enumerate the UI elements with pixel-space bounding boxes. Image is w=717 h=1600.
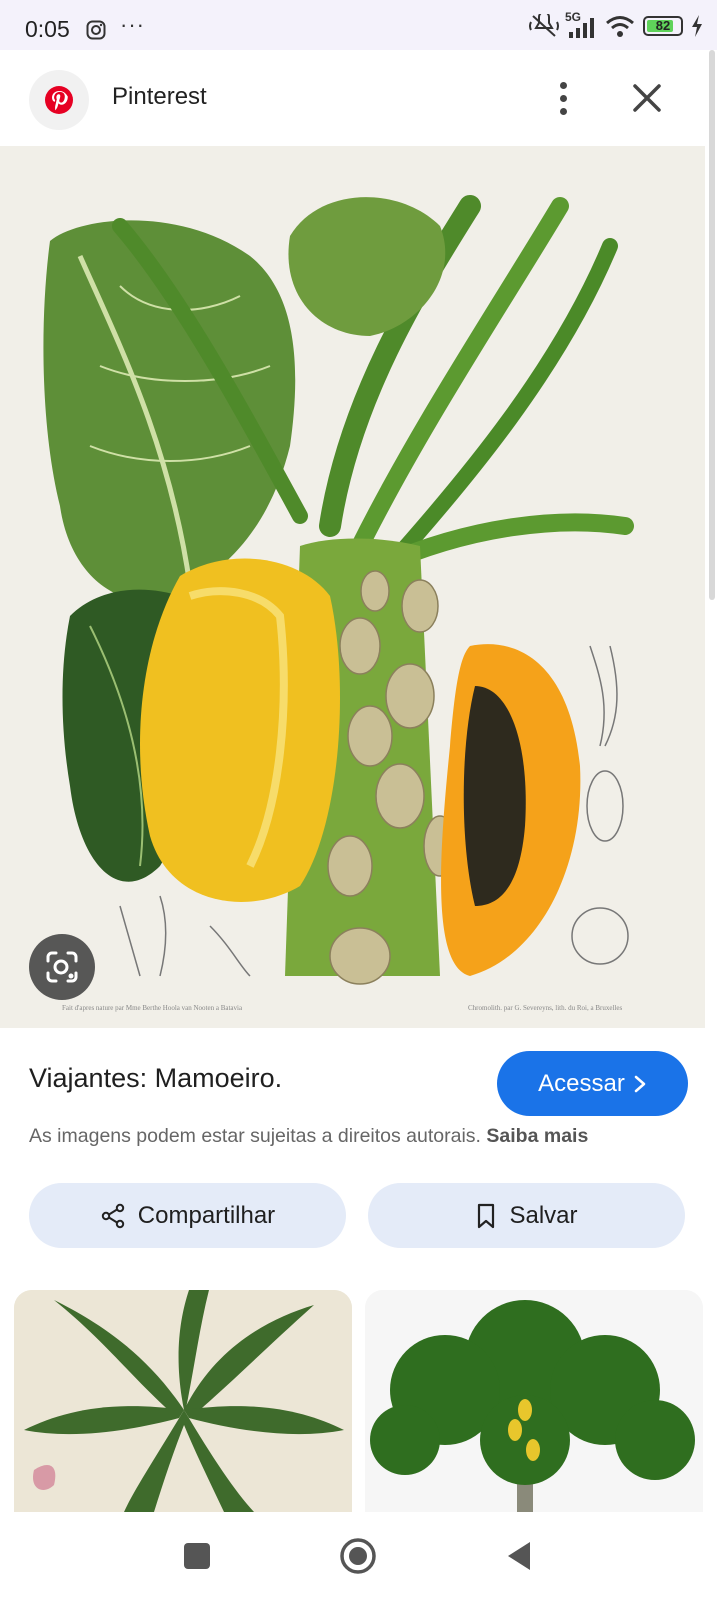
battery-level: 82 xyxy=(655,18,671,33)
related-thumbnail-1[interactable] xyxy=(14,1290,352,1512)
wifi-icon xyxy=(606,16,634,37)
caption-right: Chromolith. par G. Severeyns, lith. du R… xyxy=(468,1004,622,1012)
papaya-tree-image xyxy=(365,1290,703,1512)
papaya-illustration-art: Fait d'apres nature par Mme Berthe Hoola… xyxy=(0,146,705,1028)
bookmark-icon xyxy=(478,1203,495,1228)
home-circle-icon[interactable] xyxy=(339,1537,377,1575)
instagram-icon xyxy=(86,20,106,40)
save-label: Salvar xyxy=(509,1201,578,1229)
charging-icon xyxy=(692,15,702,37)
status-time: 0:05 xyxy=(25,16,70,42)
status-overflow-icon: ··· xyxy=(120,12,145,37)
visit-button-label: Acessar xyxy=(538,1069,625,1097)
sheet-header xyxy=(0,50,717,146)
mute-icon xyxy=(529,14,559,37)
recents-square-icon[interactable] xyxy=(184,1543,210,1569)
site-name: Pinterest xyxy=(112,83,207,110)
lens-icon xyxy=(46,951,78,983)
caption-left: Fait d'apres nature par Mme Berthe Hoola… xyxy=(62,1004,243,1012)
status-indicators: 5G 82 xyxy=(529,10,703,38)
copyright-notice: As imagens podem estar sujeitas a direit… xyxy=(29,1125,588,1148)
chevron-right-icon xyxy=(634,1075,646,1092)
more-vert-icon[interactable] xyxy=(545,76,581,120)
lens-search-button[interactable] xyxy=(29,934,95,1000)
pinterest-logo[interactable] xyxy=(29,70,89,130)
papaya-illustration[interactable]: Fait d'apres nature par Mme Berthe Hoola… xyxy=(0,146,705,1028)
papaya-leaf-image xyxy=(14,1290,352,1512)
signal-icon: 5G xyxy=(565,10,597,38)
learn-more-link[interactable]: Saiba mais xyxy=(486,1125,588,1147)
close-icon[interactable] xyxy=(629,80,665,116)
pinterest-logo-mark xyxy=(45,86,73,114)
share-button[interactable]: Compartilhar xyxy=(29,1183,346,1248)
scrollbar[interactable] xyxy=(709,50,715,600)
result-title: Viajantes: Mamoeiro. xyxy=(29,1063,283,1093)
save-button[interactable]: Salvar xyxy=(368,1183,685,1248)
back-triangle-icon[interactable] xyxy=(504,1539,534,1573)
status-bar: 0:05 ··· 5G 82 xyxy=(0,0,717,50)
network-label: 5G xyxy=(565,10,582,24)
battery-icon: 82 xyxy=(643,16,683,36)
share-label: Compartilhar xyxy=(137,1201,276,1229)
related-thumbnail-2[interactable] xyxy=(365,1290,703,1512)
visit-button[interactable]: Acessar xyxy=(497,1051,688,1116)
share-icon xyxy=(101,1203,124,1228)
copyright-text: As imagens podem estar sujeitas a direit… xyxy=(29,1125,481,1147)
